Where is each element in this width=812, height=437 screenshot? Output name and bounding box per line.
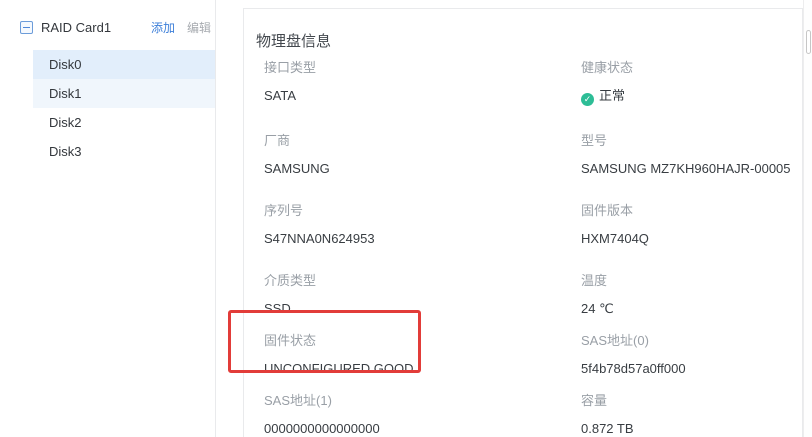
vertical-scrollbar[interactable] — [803, 0, 812, 437]
edit-link[interactable]: 编辑 — [187, 19, 211, 36]
field-label: 接口类型 — [264, 60, 581, 75]
field-value: 0000000000000000 — [264, 421, 581, 436]
page-title: 物理盘信息 — [256, 30, 802, 51]
field-value: 24 ℃ — [581, 301, 802, 316]
field-label: 健康状态 — [581, 60, 802, 75]
field-value: SSD — [264, 301, 581, 316]
field-value: ✓ 正常 — [581, 88, 802, 106]
field-label: 厂商 — [264, 133, 581, 148]
physical-disk-info-panel: 物理盘信息 接口类型 SATA 健康状态 ✓ 正常 厂商 SAMSUNG 型号 S… — [243, 8, 803, 437]
field-model: 型号 SAMSUNG MZ7KH960HAJR-00005 — [581, 133, 802, 176]
check-circle-icon: ✓ — [581, 93, 594, 106]
field-serial-number: 序列号 S47NNA0N624953 — [264, 203, 581, 246]
field-capacity: 容量 0.872 TB — [581, 393, 802, 436]
raid-tree-sidebar: RAID Card1 添加 编辑 Disk0 Disk1 Disk2 Disk3 — [0, 0, 216, 437]
field-sas-address-0: SAS地址(0) 5f4b78d57a0ff000 — [581, 333, 802, 376]
field-sas-address-1: SAS地址(1) 0000000000000000 — [264, 393, 581, 436]
scrollbar-thumb[interactable] — [806, 30, 811, 54]
raid-card-label: RAID Card1 — [41, 20, 151, 35]
field-firmware-status: 固件状态 UNCONFIGURED GOOD — [264, 333, 581, 376]
field-value: SAMSUNG MZ7KH960HAJR-00005 — [581, 161, 802, 176]
add-link[interactable]: 添加 — [151, 19, 175, 36]
field-interface-type: 接口类型 SATA — [264, 60, 581, 106]
sidebar-item-disk3[interactable]: Disk3 — [33, 137, 215, 166]
field-label: SAS地址(0) — [581, 333, 802, 348]
collapse-minus-icon[interactable] — [20, 21, 33, 34]
field-vendor: 厂商 SAMSUNG — [264, 133, 581, 176]
disk-list: Disk0 Disk1 Disk2 Disk3 — [0, 50, 215, 166]
sidebar-item-disk2[interactable]: Disk2 — [33, 108, 215, 137]
field-grid: 接口类型 SATA 健康状态 ✓ 正常 厂商 SAMSUNG 型号 SAMSUNG… — [264, 60, 802, 436]
field-health-status: 健康状态 ✓ 正常 — [581, 60, 802, 106]
field-value: HXM7404Q — [581, 231, 802, 246]
field-value: S47NNA0N624953 — [264, 231, 581, 246]
field-temperature: 温度 24 ℃ — [581, 273, 802, 316]
field-label: 容量 — [581, 393, 802, 408]
field-value: 0.872 TB — [581, 421, 802, 436]
field-label: 固件版本 — [581, 203, 802, 218]
field-label: 序列号 — [264, 203, 581, 218]
sidebar-item-disk0[interactable]: Disk0 — [33, 50, 215, 79]
field-label: 温度 — [581, 273, 802, 288]
field-label: 固件状态 — [264, 333, 581, 348]
field-value: SAMSUNG — [264, 161, 581, 176]
field-label: 介质类型 — [264, 273, 581, 288]
field-value: SATA — [264, 88, 581, 103]
field-firmware-version: 固件版本 HXM7404Q — [581, 203, 802, 246]
field-value: 5f4b78d57a0ff000 — [581, 361, 802, 376]
field-label: 型号 — [581, 133, 802, 148]
field-value: UNCONFIGURED GOOD — [264, 361, 581, 376]
field-label: SAS地址(1) — [264, 393, 581, 408]
sidebar-item-disk1[interactable]: Disk1 — [33, 79, 215, 108]
health-status-text: 正常 — [599, 88, 625, 103]
tree-node-raid-card: RAID Card1 添加 编辑 — [0, 16, 215, 38]
field-media-type: 介质类型 SSD — [264, 273, 581, 316]
